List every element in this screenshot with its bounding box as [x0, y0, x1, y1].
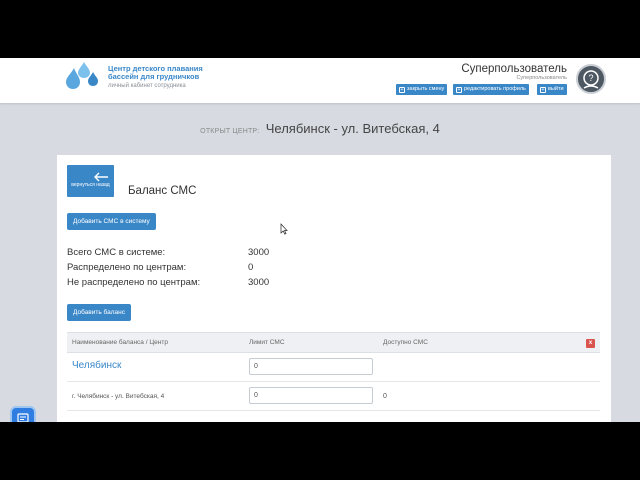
- balance-name-link[interactable]: Челябинск: [72, 360, 121, 371]
- add-sms-button[interactable]: Добавить СМС в систему: [67, 213, 156, 230]
- chat-icon: [17, 413, 29, 422]
- brand-title-line2: бассейн для грудничков: [108, 72, 200, 81]
- table-header: Наименование баланса / Центр Лимит СМС Д…: [67, 332, 600, 353]
- header-available: Доступно СМС: [383, 339, 428, 346]
- water-drops-logo-icon: [66, 62, 98, 89]
- back-button[interactable]: вернуться назад: [67, 165, 114, 197]
- stat-undistributed-label: Не распределено по центрам:: [67, 277, 201, 288]
- avatar[interactable]: ?: [576, 64, 606, 94]
- sms-balance-panel: вернуться назад Баланс СМС Добавить СМС …: [57, 155, 611, 422]
- stat-distributed-label: Распределено по центрам:: [67, 262, 187, 273]
- edit-profile-button[interactable]: + редактировать профиль: [453, 84, 529, 95]
- branch-name: г. Челябинск - ул. Витебская, 4: [72, 393, 165, 400]
- floating-action-button[interactable]: [12, 408, 34, 422]
- open-center-label: ОТКРЫТ ЦЕНТР:: [200, 128, 260, 135]
- top-header: Центр детского плавания бассейн для груд…: [0, 58, 640, 103]
- add-balance-button[interactable]: Добавить баланс: [67, 304, 131, 321]
- table-row: г. Челябинск - ул. Витебская, 4 0: [67, 382, 600, 411]
- user-name: Суперпользователь: [461, 63, 567, 75]
- user-question-icon: ?: [583, 70, 599, 89]
- close-shift-button[interactable]: + закрыть смену: [396, 84, 448, 95]
- plus-icon: +: [456, 87, 462, 93]
- logout-button[interactable]: + выйти: [537, 84, 567, 95]
- header-name: Наименование баланса / Центр: [72, 339, 168, 346]
- mouse-cursor-icon: [280, 223, 288, 235]
- user-role: Суперпользователь: [516, 75, 567, 81]
- table-row: Челябинск: [67, 353, 600, 382]
- open-center-line: ОТКРЫТ ЦЕНТР: Челябинск - ул. Витебская,…: [0, 120, 640, 138]
- branch-available: 0: [383, 393, 387, 400]
- app-screen: Центр детского плавания бассейн для груд…: [0, 58, 640, 422]
- close-shift-label: закрыть смену: [407, 86, 445, 92]
- stat-undistributed-value: 3000: [248, 277, 270, 288]
- branch-limit-input[interactable]: [249, 387, 373, 404]
- plus-icon: +: [540, 87, 546, 93]
- delete-balance-button[interactable]: x: [586, 339, 595, 348]
- header-limit: Лимит СМС: [249, 339, 285, 346]
- page-title: Баланс СМС: [128, 185, 197, 197]
- balance-limit-input[interactable]: [249, 358, 373, 375]
- edit-profile-label: редактировать профиль: [464, 86, 526, 92]
- open-center-name: Челябинск - ул. Витебская, 4: [265, 121, 440, 136]
- stat-total-label: Всего СМС в системе:: [67, 247, 166, 258]
- stat-total-value: 3000: [248, 247, 270, 258]
- brand-subtitle: личный кабинет сотрудника: [108, 83, 186, 89]
- back-button-label: вернуться назад: [71, 182, 110, 188]
- stat-distributed-value: 0: [248, 262, 254, 273]
- logout-label: выйти: [548, 86, 564, 92]
- plus-icon: +: [399, 87, 405, 93]
- svg-text:?: ?: [588, 73, 593, 83]
